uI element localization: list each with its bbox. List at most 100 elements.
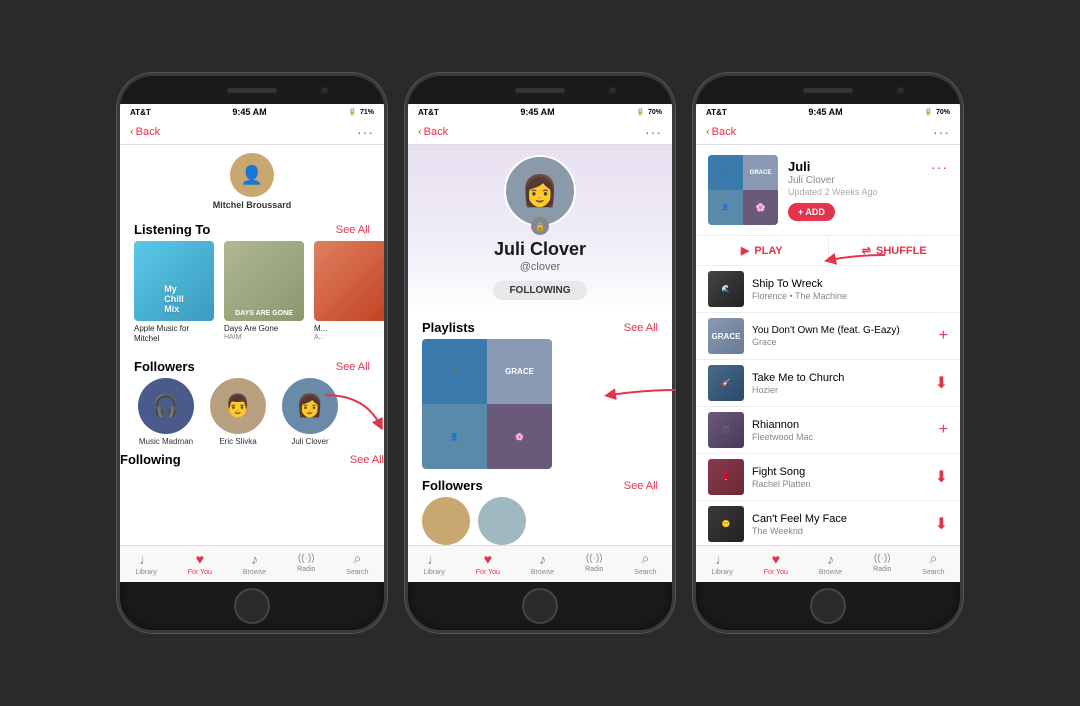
profile-handle-2: @clover	[520, 261, 561, 273]
browse-icon-3: ♪	[827, 551, 834, 567]
follower-music-madman[interactable]: 🎧 Music Madman	[134, 378, 198, 446]
tab-search-2[interactable]: ⌕ Search	[634, 550, 656, 576]
song-row-5[interactable]: 😶 Can't Feel My Face The Weeknd ⬇	[696, 501, 960, 545]
speaker-2	[515, 88, 565, 93]
profile-section-1: 👤 Mitchel Broussard	[120, 145, 384, 214]
tab-radio-label-2: Radio	[585, 566, 603, 573]
cell-bl: 👤	[422, 404, 487, 469]
playlist-author-3: Juli Clover	[788, 175, 921, 186]
follower-eric[interactable]: 👨 Eric Slivka	[206, 378, 270, 446]
time-3: 9:45 AM	[808, 107, 842, 117]
album-haim[interactable]: DAYS ARE GONE Days Are Gone HAIM	[224, 241, 304, 343]
nav-bar-3: ‹ Back ···	[696, 120, 960, 145]
download-icon-5[interactable]: ⬇	[935, 514, 948, 534]
avatar-1[interactable]: 👤	[230, 153, 274, 197]
song-info-5: Can't Feel My Face The Weeknd	[752, 513, 927, 536]
download-icon-2[interactable]: ⬇	[935, 373, 948, 393]
chevron-left-icon-2: ‹	[418, 126, 422, 138]
follower-stub-2	[478, 497, 526, 545]
following-see-all[interactable]: See All	[350, 454, 384, 466]
playlists-see-all-2[interactable]: See All	[624, 322, 658, 334]
playlist-card-juli[interactable]: 🎵 GRACE 👤 🌸 Juli Juli Clover	[422, 339, 552, 462]
back-btn-1[interactable]: ‹ Back	[130, 126, 160, 138]
song-thumb-4: 🥊	[708, 459, 744, 495]
phone-top-bar-1	[120, 76, 384, 104]
browse-icon-2: ♪	[539, 551, 546, 567]
tab-foryou-3[interactable]: ♥ For You	[764, 551, 788, 576]
profile-header-2: 👩 🔒 Juli Clover @clover FOLLOWING	[408, 145, 672, 312]
playlist-updated-3: Updated 2 Weeks Ago	[788, 187, 921, 197]
followers-row-1: 🎧 Music Madman 👨 Eric Slivka 👩 Juli Clov…	[120, 378, 384, 446]
tab-foryou-label-1: For You	[188, 569, 212, 576]
back-btn-3[interactable]: ‹ Back	[706, 126, 736, 138]
song-info-3: Rhiannon Fleetwood Mac	[752, 419, 931, 442]
more-btn-3[interactable]: ···	[933, 124, 950, 140]
add-song-icon-3[interactable]: +	[939, 421, 948, 439]
phone-top-bar-3	[696, 76, 960, 104]
add-button-3[interactable]: + ADD	[788, 203, 835, 221]
more-btn-2[interactable]: ···	[645, 124, 662, 140]
home-button-2[interactable]	[522, 588, 558, 624]
tab-radio-1[interactable]: ((·)) Radio	[297, 553, 315, 573]
play-button-3[interactable]: ▶ PLAY	[696, 236, 829, 265]
back-btn-2[interactable]: ‹ Back	[418, 126, 448, 138]
camera-1	[321, 87, 328, 94]
foryou-icon-2: ♥	[484, 551, 492, 567]
download-icon-4[interactable]: ⬇	[935, 467, 948, 487]
song-row-4[interactable]: 🥊 Fight Song Rachel Platten ⬇	[696, 454, 960, 501]
add-song-icon-1[interactable]: +	[939, 327, 948, 345]
tab-radio-2[interactable]: ((·)) Radio	[585, 553, 603, 573]
song-thumb-2: 🎸	[708, 365, 744, 401]
status-bar-1: AT&T 9:45 AM 🔋 71%	[120, 104, 384, 120]
tab-foryou-2[interactable]: ♥ For You	[476, 551, 500, 576]
song-row-0[interactable]: 🌊 Ship To Wreck Florence • The Machine	[696, 266, 960, 313]
song-title-2: Take Me to Church	[752, 372, 927, 384]
follower-name-2: Juli Clover	[291, 437, 328, 446]
shuffle-button-3[interactable]: ⇌ SHUFFLE	[829, 236, 961, 265]
song-thumb-5: 😶	[708, 506, 744, 542]
tab-radio-3[interactable]: ((·)) Radio	[873, 553, 891, 573]
home-button-3[interactable]	[810, 588, 846, 624]
playlist-dots-3[interactable]: ···	[931, 159, 948, 175]
home-button-1[interactable]	[234, 588, 270, 624]
song-artist-4: Rachel Platten	[752, 479, 927, 489]
tab-foryou-1[interactable]: ♥ For You	[188, 551, 212, 576]
playlist-thumb-juli: 🎵 GRACE 👤 🌸	[422, 339, 552, 469]
follower-name-0: Music Madman	[139, 437, 193, 446]
follower-juli[interactable]: 👩 Juli Clover	[278, 378, 342, 446]
followers-title-2: Followers	[422, 478, 483, 493]
tab-library-1[interactable]: ♩ Library	[135, 551, 156, 576]
tab-library-3[interactable]: ♩ Library	[711, 551, 732, 576]
following-button-2[interactable]: FOLLOWING	[493, 281, 586, 300]
tab-library-2[interactable]: ♩ Library	[423, 551, 444, 576]
tab-browse-1[interactable]: ♪ Browse	[243, 551, 266, 576]
speaker-3	[803, 88, 853, 93]
phone-2: AT&T 9:45 AM 🔋 70% ‹ Back ··· 👩 🔒 Juli C…	[405, 73, 675, 633]
song-info-0: Ship To Wreck Florence • The Machine	[752, 278, 948, 301]
haim-title: Days Are Gone	[224, 324, 304, 334]
phone-1: AT&T 9:45 AM 🔋 71% ‹ Back ··· 👤 Mitchel …	[117, 73, 387, 633]
song-row-1[interactable]: GRACE You Don't Own Me (feat. G-Eazy) Gr…	[696, 313, 960, 360]
phone-3: AT&T 9:45 AM 🔋 70% ‹ Back ··· 🎵 GRACE 👤 …	[693, 73, 963, 633]
carrier-3: AT&T	[706, 108, 727, 117]
followers-see-all-1[interactable]: See All	[336, 361, 370, 373]
tab-search-3[interactable]: ⌕ Search	[922, 550, 944, 576]
song-info-2: Take Me to Church Hozier	[752, 372, 927, 395]
follower-avatar-1: 👨	[210, 378, 266, 434]
tab-radio-label-1: Radio	[297, 566, 315, 573]
tab-search-1[interactable]: ⌕ Search	[346, 550, 368, 576]
more-btn-1[interactable]: ···	[357, 124, 374, 140]
tab-library-label-1: Library	[135, 569, 156, 576]
tab-search-label-1: Search	[346, 569, 368, 576]
shuffle-icon-3: ⇌	[862, 244, 871, 257]
tab-browse-2[interactable]: ♪ Browse	[531, 551, 554, 576]
song-row-3[interactable]: 🎵 Rhiannon Fleetwood Mac +	[696, 407, 960, 454]
song-info-4: Fight Song Rachel Platten	[752, 466, 927, 489]
album-chill-mix[interactable]: MyChillMix Apple Music for Mitchel	[134, 241, 214, 343]
phone-top-bar-2	[408, 76, 672, 104]
listening-see-all[interactable]: See All	[336, 224, 370, 236]
tab-browse-3[interactable]: ♪ Browse	[819, 551, 842, 576]
album-third[interactable]: M... A...	[314, 241, 384, 343]
song-row-2[interactable]: 🎸 Take Me to Church Hozier ⬇	[696, 360, 960, 407]
followers-see-all-2[interactable]: See All	[624, 480, 658, 492]
